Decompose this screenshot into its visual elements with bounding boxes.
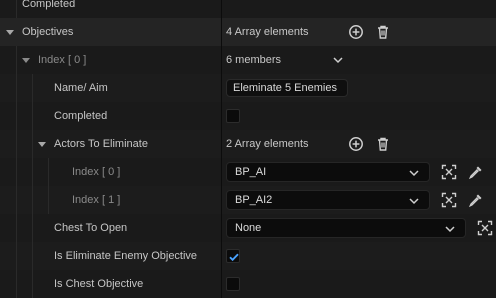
selected-value: None <box>235 222 262 234</box>
property-label: Chest To Open <box>54 222 128 234</box>
member-count: 6 members <box>226 54 282 66</box>
array-count: 2 Array elements <box>226 138 309 150</box>
property-label: Index [ 0 ] <box>38 54 87 66</box>
expand-arrow-icon[interactable] <box>38 141 46 147</box>
property-label: Index [ 0 ] <box>72 166 121 178</box>
trash-icon[interactable] <box>375 24 391 40</box>
row-objectives: Objectives 4 Array elements <box>0 18 496 46</box>
is-eliminate-checkbox[interactable] <box>226 249 240 263</box>
expand-arrow-icon[interactable] <box>6 29 14 35</box>
property-label: Name/ Aim <box>54 82 108 94</box>
is-chest-checkbox[interactable] <box>226 277 240 291</box>
browse-to-asset-icon[interactable] <box>477 220 493 236</box>
row-completed: Completed <box>0 102 496 130</box>
row-actor-index-1: Index [ 1 ] BP_AI2 <box>0 186 496 214</box>
add-element-icon[interactable] <box>348 136 364 152</box>
row-completed-top: Completed <box>0 0 496 18</box>
row-actor-index-0: Index [ 0 ] BP_AI <box>0 158 496 186</box>
property-label: Objectives <box>22 26 74 38</box>
browse-to-asset-icon[interactable] <box>441 192 457 208</box>
details-panel: Completed Objectives 4 Array elements In… <box>0 0 496 298</box>
trash-icon[interactable] <box>375 136 391 152</box>
eyedropper-icon[interactable] <box>468 192 484 208</box>
add-element-icon[interactable] <box>348 24 364 40</box>
chevron-down-icon[interactable] <box>445 225 455 233</box>
chevron-down-icon[interactable] <box>409 169 419 177</box>
property-label: Is Eliminate Enemy Objective <box>54 250 198 262</box>
selected-value: BP_AI <box>235 166 267 178</box>
property-label: Completed <box>22 0 76 10</box>
property-label: Actors To Eliminate <box>54 138 148 150</box>
property-label: Index [ 1 ] <box>72 194 121 206</box>
browse-to-asset-icon[interactable] <box>441 164 457 180</box>
eyedropper-icon[interactable] <box>468 164 484 180</box>
chest-dropdown[interactable]: None <box>226 218 466 238</box>
checkmark-icon <box>229 253 239 262</box>
row-index-0: Index [ 0 ] 6 members <box>0 46 496 74</box>
expand-arrow-icon[interactable] <box>22 57 30 63</box>
actors-expander[interactable]: Actors To Eliminate <box>38 130 148 158</box>
name-aim-field[interactable]: Eleminate 5 Enemies <box>226 79 348 97</box>
actor-0-dropdown[interactable]: BP_AI <box>226 162 430 182</box>
row-name-aim: Name/ Aim Eleminate 5 Enemies <box>0 74 496 102</box>
array-count: 4 Array elements <box>226 26 309 38</box>
completed-checkbox[interactable] <box>226 109 240 123</box>
index0-expander[interactable]: Index [ 0 ] <box>22 46 86 74</box>
property-label: Completed <box>54 110 108 122</box>
chevron-down-icon[interactable] <box>333 56 343 64</box>
selected-value: BP_AI2 <box>235 194 273 206</box>
chevron-down-icon[interactable] <box>409 197 419 205</box>
row-actors-to-eliminate: Actors To Eliminate 2 Array elements <box>0 130 496 158</box>
row-chest-to-open: Chest To Open None <box>0 214 496 242</box>
actor-1-dropdown[interactable]: BP_AI2 <box>226 190 430 210</box>
objectives-expander[interactable]: Objectives <box>6 18 73 46</box>
row-is-eliminate-enemy: Is Eliminate Enemy Objective <box>0 242 496 270</box>
